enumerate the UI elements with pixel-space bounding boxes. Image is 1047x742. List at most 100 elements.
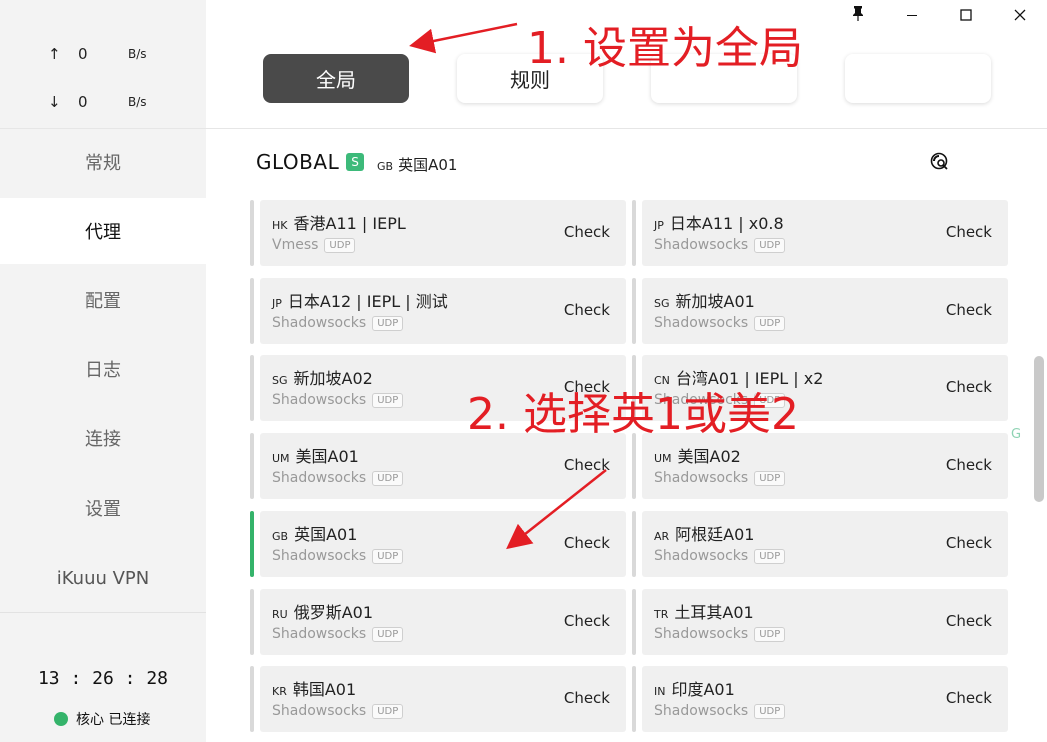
proxy-name: UM 美国A01: [272, 443, 359, 467]
maximize-icon: [960, 9, 972, 21]
proxy-card[interactable]: IN 印度A01 Shadowsocks UDP Check: [632, 666, 1008, 732]
sidebar-item-settings[interactable]: 设置: [0, 475, 206, 541]
maximize-button[interactable]: [939, 0, 993, 30]
minimize-button[interactable]: [885, 0, 939, 30]
check-button[interactable]: Check: [946, 301, 992, 319]
check-button[interactable]: Check: [946, 612, 992, 630]
country-code: RU: [272, 608, 288, 621]
group-type-badge: S: [346, 153, 364, 171]
check-button[interactable]: Check: [564, 301, 610, 319]
scrollbar-thumb[interactable]: [1034, 356, 1044, 502]
proxy-card[interactable]: JP 日本A11 | x0.8 Shadowsocks UDP Check: [632, 200, 1008, 266]
proxy-name: IN 印度A01: [654, 676, 735, 700]
check-button[interactable]: Check: [564, 612, 610, 630]
check-button[interactable]: Check: [946, 223, 992, 241]
proxy-name-text: 韩国A01: [292, 680, 357, 699]
proxy-type-text: Shadowsocks: [654, 237, 749, 253]
proxy-card[interactable]: UM 美国A02 Shadowsocks UDP Check: [632, 433, 1008, 499]
card-indicator: [632, 589, 636, 655]
sidebar-item-profiles[interactable]: 配置: [0, 267, 206, 333]
check-button[interactable]: Check: [564, 223, 610, 241]
udp-badge: UDP: [372, 703, 404, 719]
traffic-monitor: ↑ 0 B/s ↓ 0 B/s: [0, 30, 206, 128]
upload-value: 0: [78, 45, 88, 63]
check-button[interactable]: Check: [564, 456, 610, 474]
proxy-card[interactable]: RU 俄罗斯A01 Shadowsocks UDP Check: [250, 589, 626, 655]
sidebar-item-ikuuu-vpn[interactable]: iKuuu VPN: [0, 545, 206, 611]
mode-button-4[interactable]: [845, 54, 991, 103]
proxy-card[interactable]: GB 英国A01 Shadowsocks UDP Check: [250, 511, 626, 577]
proxy-name-text: 阿根廷A01: [675, 525, 755, 544]
close-button[interactable]: [993, 0, 1047, 30]
divider: [206, 128, 1047, 129]
udp-badge: UDP: [372, 392, 404, 408]
sidebar-item-label: 日志: [85, 360, 121, 381]
sidebar-item-label: 配置: [85, 291, 121, 312]
sidebar-item-label: 常规: [85, 153, 121, 174]
locate-icon[interactable]: [930, 152, 950, 172]
country-code: UM: [272, 452, 290, 465]
proxy-type: Vmess UDP: [272, 237, 356, 253]
check-button[interactable]: Check: [946, 534, 992, 552]
status-dot-icon: [54, 712, 68, 726]
proxy-name-text: 土耳其A01: [674, 603, 754, 622]
card-indicator: [632, 666, 636, 732]
proxy-type: Shadowsocks UDP: [654, 626, 786, 642]
sidebar-item-logs[interactable]: 日志: [0, 336, 206, 402]
proxy-name-text: 英国A01: [294, 525, 358, 544]
mode-global-button[interactable]: 全局: [263, 54, 409, 103]
proxy-type: Shadowsocks UDP: [272, 470, 404, 486]
annotation-step-1: 1. 设置为全局: [527, 23, 803, 74]
proxy-type-text: Shadowsocks: [272, 392, 367, 408]
check-button[interactable]: Check: [946, 456, 992, 474]
proxy-name-text: 俄罗斯A01: [293, 603, 374, 622]
check-button[interactable]: Check: [946, 689, 992, 707]
proxy-type: Shadowsocks UDP: [654, 703, 786, 719]
udp-badge: UDP: [754, 237, 786, 253]
proxy-type-text: Shadowsocks: [654, 315, 749, 331]
proxy-name: SG 新加坡A01: [654, 288, 755, 312]
sidebar-item-proxy[interactable]: 代理: [0, 198, 206, 264]
proxy-group-title[interactable]: GLOBAL: [256, 150, 339, 174]
udp-badge: UDP: [754, 548, 786, 564]
card-indicator: [250, 433, 254, 499]
proxy-type-text: Shadowsocks: [654, 703, 749, 719]
sidebar-item-general[interactable]: 常规: [0, 129, 206, 195]
sidebar-item-label: iKuuu VPN: [56, 567, 150, 589]
card-indicator: [250, 666, 254, 732]
proxy-type: Shadowsocks UDP: [654, 470, 786, 486]
proxy-card[interactable]: HK 香港A11 | IEPL Vmess UDP Check: [250, 200, 626, 266]
check-button[interactable]: Check: [564, 534, 610, 552]
pin-icon[interactable]: [849, 4, 867, 22]
download-speed: ↓ 0 B/s: [48, 93, 147, 111]
proxy-name: SG 新加坡A02: [272, 365, 373, 389]
proxy-card[interactable]: KR 韩国A01 Shadowsocks UDP Check: [250, 666, 626, 732]
udp-badge: UDP: [324, 237, 356, 253]
proxy-type-text: Shadowsocks: [272, 548, 367, 564]
proxy-card[interactable]: SG 新加坡A01 Shadowsocks UDP Check: [632, 278, 1008, 344]
sidebar-item-label: 代理: [85, 222, 121, 243]
annotation-arrow-1: [409, 22, 518, 54]
udp-badge: UDP: [372, 548, 404, 564]
card-indicator: [632, 511, 636, 577]
sidebar-item-connections[interactable]: 连接: [0, 405, 206, 471]
proxy-card[interactable]: AR 阿根廷A01 Shadowsocks UDP Check: [632, 511, 1008, 577]
annotation-step-2: 2. 选择英1或美2: [467, 389, 799, 440]
group-selected-proxy: GB 英国A01: [377, 154, 457, 175]
check-button[interactable]: Check: [946, 378, 992, 396]
selected-indicator: [250, 511, 254, 577]
country-code: SG: [654, 297, 670, 310]
proxy-name-text: 印度A01: [671, 680, 735, 699]
proxy-name-text: 香港A11 | IEPL: [293, 214, 406, 233]
window-controls: [885, 0, 1047, 30]
proxy-name-text: 美国A01: [295, 447, 359, 466]
proxy-card[interactable]: JP 日本A12 | IEPL | 测试 Shadowsocks UDP Check: [250, 278, 626, 344]
sidebar: ↑ 0 B/s ↓ 0 B/s 常规 代理 配置 日志 连接 设置 iKuuu …: [0, 0, 206, 742]
download-value: 0: [78, 93, 88, 111]
proxy-card[interactable]: UM 美国A01 Shadowsocks UDP Check: [250, 433, 626, 499]
check-button[interactable]: Check: [564, 689, 610, 707]
udp-badge: UDP: [372, 470, 404, 486]
proxy-type: Shadowsocks UDP: [272, 703, 404, 719]
proxy-card[interactable]: TR 土耳其A01 Shadowsocks UDP Check: [632, 589, 1008, 655]
selected-proxy-name: 英国A01: [398, 156, 458, 174]
